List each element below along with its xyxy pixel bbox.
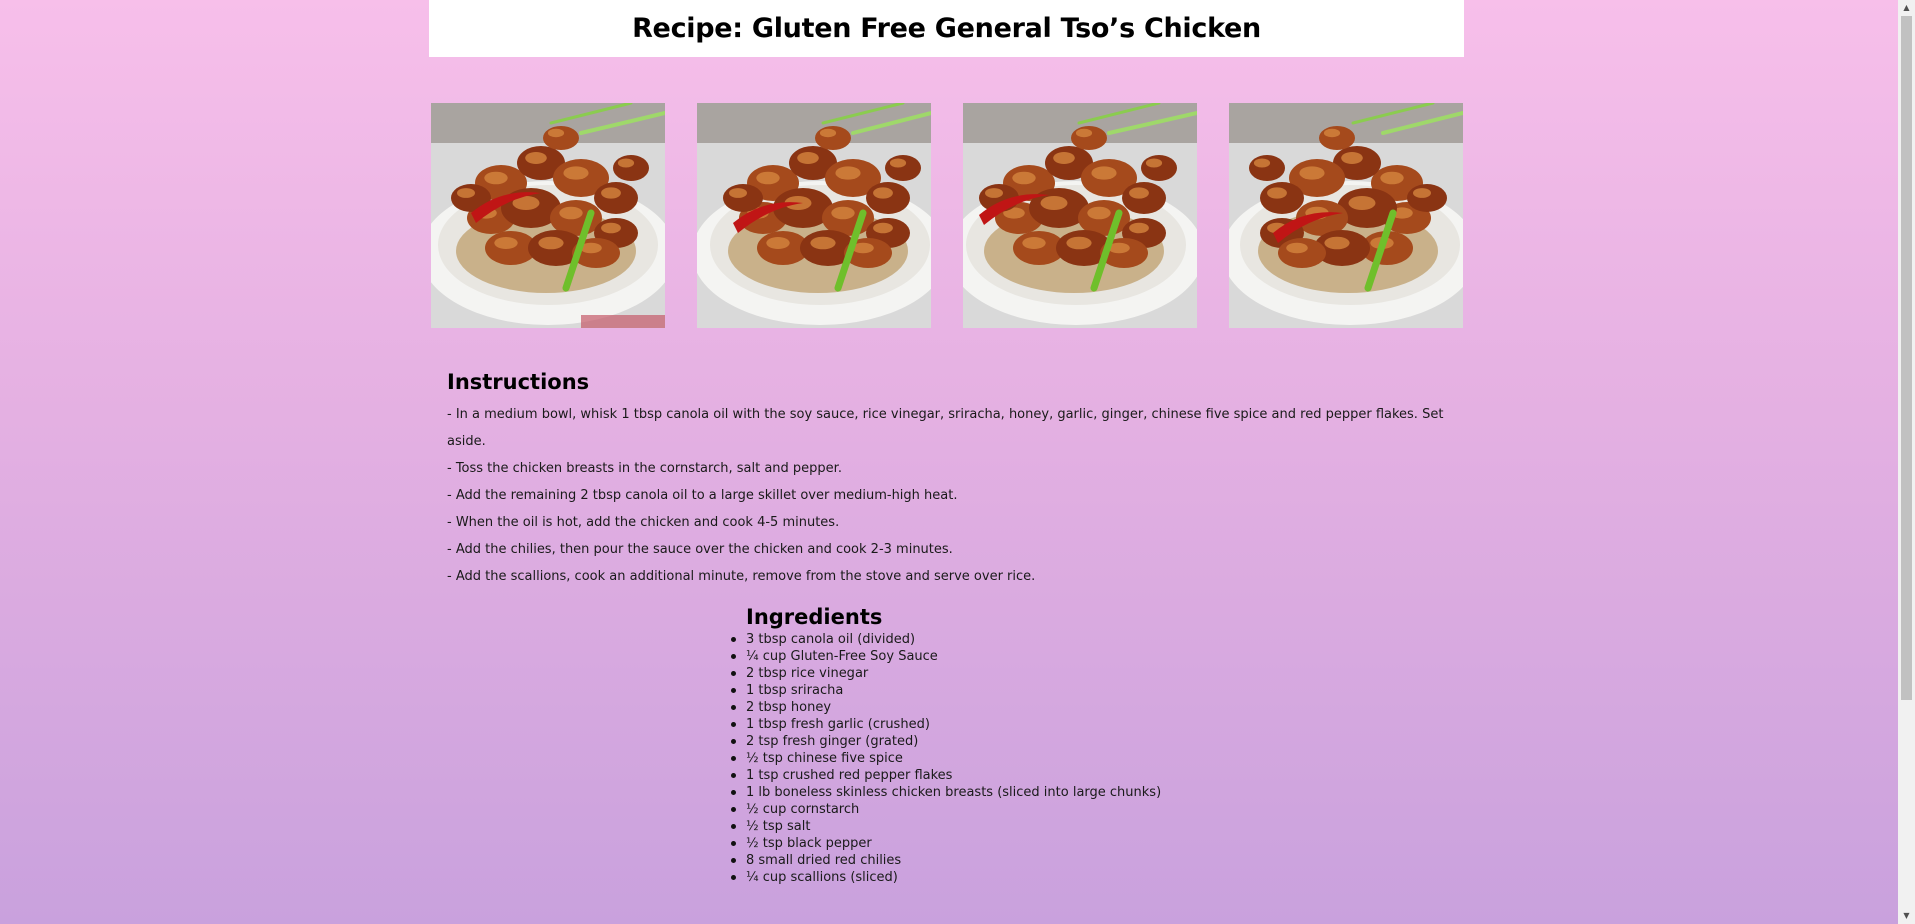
instruction-step: - When the oil is hot, add the chicken a…: [447, 515, 840, 530]
scroll-up-arrow-icon[interactable]: ▲: [1898, 0, 1915, 16]
ingredient-item: 2 tbsp rice vinegar: [730, 665, 1161, 682]
ingredient-item: ¼ cup Gluten-Free Soy Sauce: [730, 648, 1161, 665]
instruction-step: - Add the remaining 2 tbsp canola oil to…: [447, 488, 958, 503]
ingredient-item: 1 tbsp fresh garlic (crushed): [730, 716, 1161, 733]
instructions-section: Instructions - In a medium bowl, whisk 1…: [447, 370, 1457, 590]
chicken-photo-3: [963, 103, 1197, 328]
scroll-down-arrow-icon[interactable]: ▼: [1898, 908, 1915, 924]
ingredient-item: 8 small dried red chilies: [730, 852, 1161, 869]
instruction-step: - Toss the chicken breasts in the cornst…: [447, 461, 842, 476]
photo-gallery: [431, 103, 1463, 328]
title-bar: Recipe: Gluten Free General Tso’s Chicke…: [429, 0, 1464, 57]
ingredient-item: 1 tbsp sriracha: [730, 682, 1161, 699]
ingredient-item: 2 tbsp honey: [730, 699, 1161, 716]
ingredient-item: 3 tbsp canola oil (divided): [730, 631, 1161, 648]
recipe-page: Recipe: Gluten Free General Tso’s Chicke…: [429, 0, 1464, 885]
instruction-step: - In a medium bowl, whisk 1 tbsp canola …: [447, 407, 1444, 449]
page-title: Recipe: Gluten Free General Tso’s Chicke…: [632, 13, 1261, 44]
ingredient-item: 1 tsp crushed red pepper flakes: [730, 767, 1161, 784]
ingredient-item: ½ tsp black pepper: [730, 835, 1161, 852]
ingredient-item: 1 lb boneless skinless chicken breasts (…: [730, 785, 1162, 800]
ingredient-item: ½ cup cornstarch: [730, 801, 1161, 818]
instructions-heading: Instructions: [447, 370, 590, 394]
ingredient-item: ½ tsp salt: [730, 818, 1161, 835]
chicken-photo-1: [431, 103, 665, 328]
ingredients-list: 3 tbsp canola oil (divided) ¼ cup Gluten…: [730, 631, 1162, 886]
instruction-step: - Add the chilies, then pour the sauce o…: [447, 542, 953, 557]
ingredients-heading: Ingredients: [746, 605, 883, 629]
chicken-photo-2: [697, 103, 931, 328]
vertical-scrollbar[interactable]: ▲ ▼: [1898, 0, 1915, 924]
instruction-step: - Add the scallions, cook an additional …: [447, 569, 1036, 584]
ingredient-item: ¼ cup scallions (sliced): [730, 869, 1161, 886]
ingredients-section: Ingredients 3 tbsp canola oil (divided) …: [730, 605, 1162, 886]
chicken-photo-4: [1229, 103, 1463, 328]
ingredient-item: 2 tsp fresh ginger (grated): [730, 733, 1161, 750]
ingredient-item: ½ tsp chinese five spice: [730, 750, 1161, 767]
scrollbar-thumb[interactable]: [1901, 16, 1912, 700]
